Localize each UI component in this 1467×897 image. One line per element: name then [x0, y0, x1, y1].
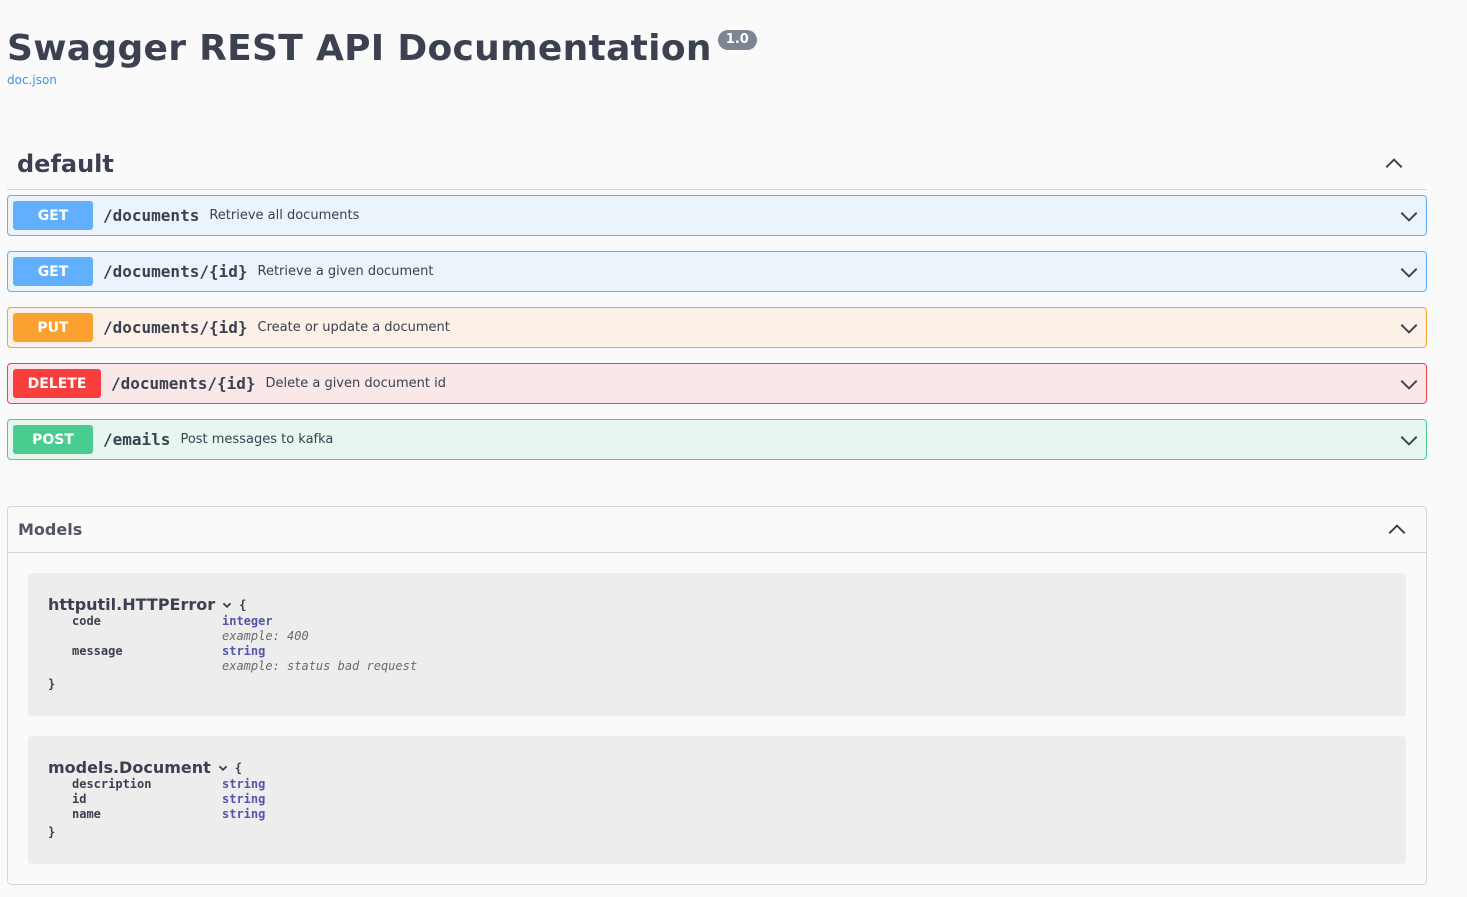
property-name: name — [72, 807, 101, 821]
models-header[interactable]: Models — [8, 507, 1426, 553]
property-row: name string — [72, 807, 265, 822]
property-row: id string — [72, 792, 265, 807]
method-badge: DELETE — [13, 369, 101, 398]
doc-json-link[interactable]: doc.json — [7, 73, 757, 87]
operation-get-documents[interactable]: GET /documents Retrieve all documents — [7, 195, 1427, 236]
model-properties: description string id string name string — [72, 777, 265, 822]
property-name: description — [72, 777, 152, 791]
property-type: integer — [222, 614, 273, 628]
property-details: integer example: 400 — [222, 614, 417, 644]
property-name: id — [72, 792, 87, 806]
tag-header[interactable]: default — [7, 138, 1427, 190]
operation-summary: Delete a given document id — [265, 376, 446, 391]
models-title: Models — [18, 520, 83, 539]
model-box-document: models.Document { description string id … — [28, 736, 1406, 864]
operation-get-document-by-id[interactable]: GET /documents/{id} Retrieve a given doc… — [7, 251, 1427, 292]
chevron-down-icon[interactable] — [217, 762, 229, 774]
property-type: string — [222, 644, 266, 658]
chevron-down-icon[interactable] — [1398, 261, 1420, 283]
operation-summary: Post messages to kafka — [180, 432, 334, 447]
model-header[interactable]: httputil.HTTPError { — [48, 595, 1386, 614]
property-name: code — [72, 614, 101, 628]
operation-path: /documents/{id} — [103, 318, 248, 337]
api-info: Swagger REST API Documentation 1.0 doc.j… — [7, 28, 757, 87]
property-example: example: status bad request — [222, 659, 418, 673]
operation-summary: Create or update a document — [257, 320, 450, 335]
close-brace: } — [48, 677, 56, 691]
open-brace: { — [234, 760, 242, 775]
property-row: message string example: status bad reque… — [72, 644, 417, 674]
operation-path: /emails — [103, 430, 171, 449]
operation-delete-document[interactable]: DELETE /documents/{id} Delete a given do… — [7, 363, 1427, 404]
tag-section-default: default GET /documents Retrieve all docu… — [7, 138, 1427, 475]
chevron-down-icon[interactable] — [1398, 205, 1420, 227]
method-badge: GET — [13, 257, 93, 286]
operation-summary: Retrieve a given document — [257, 264, 434, 279]
property-row: code integer example: 400 — [72, 614, 417, 644]
operation-put-document[interactable]: PUT /documents/{id} Create or update a d… — [7, 307, 1427, 348]
operation-path: /documents/{id} — [103, 262, 248, 281]
model-name: models.Document — [48, 758, 211, 777]
tag-name: default — [17, 149, 114, 178]
open-brace: { — [239, 597, 247, 612]
chevron-down-icon[interactable] — [1398, 317, 1420, 339]
version-badge: 1.0 — [717, 30, 757, 50]
property-row: description string — [72, 777, 265, 792]
method-badge: PUT — [13, 313, 93, 342]
chevron-up-icon[interactable] — [1383, 153, 1405, 175]
title-row: Swagger REST API Documentation 1.0 — [7, 28, 757, 70]
property-details: string example: status bad request — [222, 644, 417, 674]
model-header[interactable]: models.Document { — [48, 758, 1386, 777]
property-type: string — [222, 777, 266, 791]
chevron-down-icon[interactable] — [1398, 373, 1420, 395]
property-example: example: 400 — [222, 629, 309, 643]
operation-post-emails[interactable]: POST /emails Post messages to kafka — [7, 419, 1427, 460]
chevron-up-icon[interactable] — [1386, 519, 1408, 541]
operations-list: GET /documents Retrieve all documents GE… — [7, 195, 1427, 460]
method-badge: POST — [13, 425, 93, 454]
operation-summary: Retrieve all documents — [209, 208, 360, 223]
operation-path: /documents — [103, 206, 200, 225]
model-box-httperror: httputil.HTTPError { code integer exampl… — [28, 573, 1406, 716]
close-brace: } — [48, 825, 56, 839]
chevron-down-icon[interactable] — [1398, 429, 1420, 451]
model-name: httputil.HTTPError — [48, 595, 216, 614]
page-title: Swagger REST API Documentation — [7, 28, 712, 69]
method-badge: GET — [13, 201, 93, 230]
property-type: string — [222, 807, 266, 821]
chevron-down-icon[interactable] — [221, 599, 233, 611]
operation-path: /documents/{id} — [111, 374, 256, 393]
models-section: Models httputil.HTTPError { code integer… — [7, 506, 1427, 885]
model-properties: code integer example: 400 message string… — [72, 614, 417, 674]
property-type: string — [222, 792, 266, 806]
property-name: message — [72, 644, 123, 658]
